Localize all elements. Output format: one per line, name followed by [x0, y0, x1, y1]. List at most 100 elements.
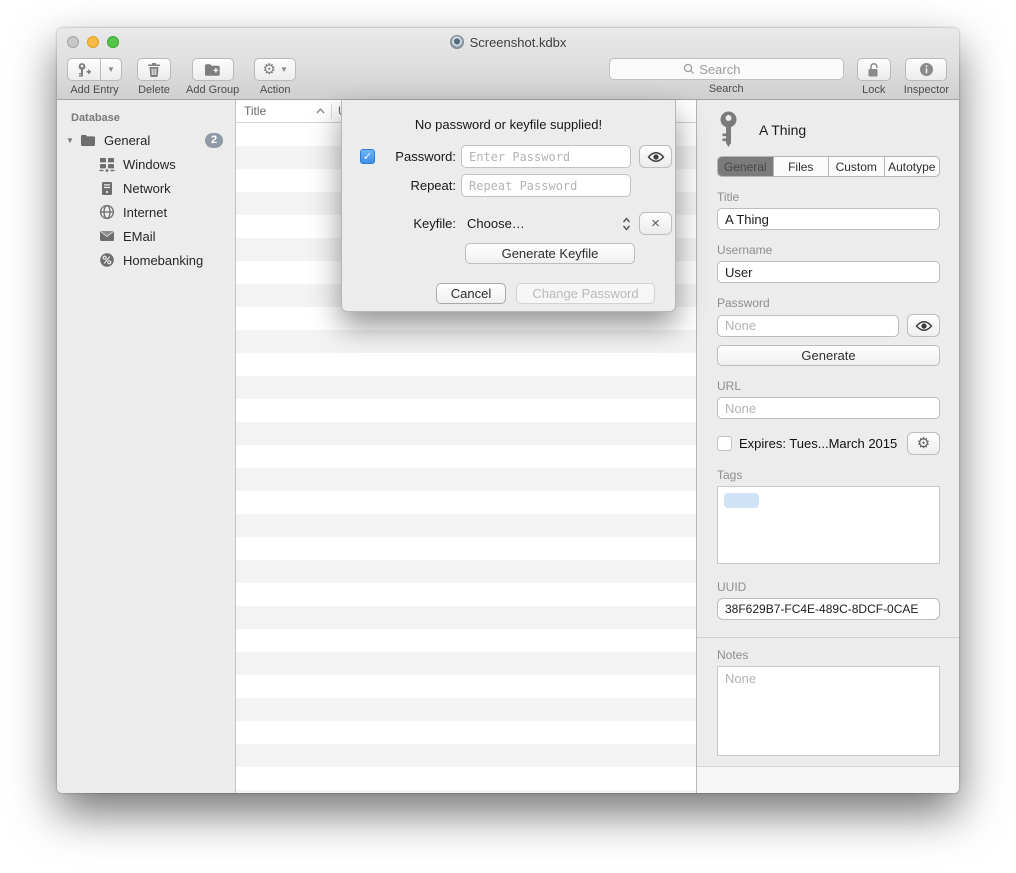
tag-pill[interactable]: [724, 493, 759, 508]
chevron-down-icon: ▼: [280, 65, 288, 74]
sidebar-item-internet[interactable]: Internet: [57, 200, 235, 224]
chevron-down-icon: ▼: [107, 65, 115, 74]
traffic-lights: [67, 36, 119, 48]
action-toolbar-item: ⚙ ▼ Action: [254, 58, 296, 96]
add-entry-dropdown-button[interactable]: ▼: [101, 58, 122, 81]
cancel-button[interactable]: Cancel: [436, 283, 506, 304]
gear-icon: ⚙: [263, 62, 276, 77]
panel-separator: [697, 637, 959, 638]
keyfile-popup-button[interactable]: Choose…: [461, 216, 631, 231]
window-title: Screenshot.kdbx: [470, 35, 567, 50]
minimize-button[interactable]: [87, 36, 99, 48]
uuid-field[interactable]: [717, 598, 940, 620]
generate-password-button[interactable]: Generate: [717, 345, 940, 366]
password-field[interactable]: [717, 315, 899, 337]
search-field[interactable]: [609, 58, 844, 80]
sort-ascending-icon: [316, 108, 325, 114]
key-plus-icon: [76, 62, 92, 78]
sidebar-item-general[interactable]: ▼ General 2: [57, 128, 235, 152]
tab-custom[interactable]: Custom: [829, 157, 885, 176]
delete-button[interactable]: [137, 58, 171, 81]
entry-title: A Thing: [759, 122, 806, 138]
uuid-label: UUID: [717, 580, 940, 594]
search-toolbar-item: Search: [609, 58, 844, 95]
repeat-label: Repeat:: [360, 178, 461, 193]
inspector-button[interactable]: [905, 58, 947, 81]
sidebar-item-label: Network: [123, 181, 235, 196]
delete-label: Delete: [138, 84, 170, 96]
column-header-title[interactable]: Title: [236, 104, 316, 118]
enter-password-input[interactable]: [461, 145, 631, 168]
internet-globe-icon: [98, 204, 115, 221]
key-icon: [717, 111, 740, 148]
add-group-label: Add Group: [186, 84, 239, 96]
lock-label: Lock: [862, 84, 885, 96]
sidebar-item-homebanking[interactable]: Homebanking: [57, 248, 235, 272]
expires-settings-button[interactable]: ⚙: [907, 432, 940, 455]
sidebar-item-network[interactable]: Network: [57, 176, 235, 200]
lock-toolbar-item: Lock: [857, 58, 891, 96]
sidebar-item-label: EMail: [123, 229, 235, 244]
eye-icon: [647, 151, 665, 163]
info-icon: [919, 62, 934, 77]
username-field[interactable]: [717, 261, 940, 283]
password-label: Password:: [375, 149, 461, 164]
sidebar-section-header: Database: [57, 108, 235, 128]
url-field-label: URL: [717, 379, 940, 393]
email-envelope-icon: [98, 228, 115, 245]
repeat-password-input[interactable]: [461, 174, 631, 197]
add-entry-toolbar-item: ▼ Add Entry: [67, 58, 122, 96]
title-field[interactable]: [717, 208, 940, 230]
tab-general[interactable]: General: [718, 157, 774, 176]
keyfile-label: Keyfile:: [360, 216, 461, 231]
notes-label: Notes: [717, 648, 940, 662]
panel-footer: [697, 766, 959, 793]
inspector-panel: A Thing General Files Custom Autotype Ti…: [696, 100, 959, 793]
expires-checkbox[interactable]: [717, 436, 732, 451]
reveal-password-button[interactable]: [639, 145, 672, 168]
username-field-label: Username: [717, 243, 940, 257]
gear-icon: ⚙: [917, 436, 930, 451]
search-icon: [683, 63, 695, 75]
url-field[interactable]: [717, 397, 940, 419]
expires-label: Expires: Tues...March 2015: [739, 436, 907, 451]
homebanking-percent-icon: [98, 252, 115, 269]
tags-label: Tags: [717, 468, 940, 482]
search-input[interactable]: [699, 62, 769, 77]
lock-button[interactable]: [857, 58, 891, 81]
disclosure-triangle-icon[interactable]: ▼: [63, 136, 77, 145]
sidebar-item-email[interactable]: EMail: [57, 224, 235, 248]
password-checkbox[interactable]: [360, 149, 375, 164]
folder-plus-icon: [204, 63, 221, 77]
sidebar-item-label: Windows: [123, 157, 235, 172]
inspector-header: A Thing: [717, 100, 940, 150]
notes-field[interactable]: [717, 666, 940, 756]
add-group-toolbar-item: Add Group: [186, 58, 239, 96]
action-label: Action: [260, 84, 291, 96]
count-badge: 2: [205, 133, 223, 148]
zoom-button[interactable]: [107, 36, 119, 48]
change-password-button[interactable]: Change Password: [516, 283, 655, 304]
network-icon: [98, 180, 115, 197]
reveal-password-button[interactable]: [907, 314, 940, 337]
window-chrome: Screenshot.kdbx ▼ Add: [57, 28, 959, 100]
sidebar-item-windows[interactable]: Windows: [57, 152, 235, 176]
password-field-label: Password: [717, 296, 940, 310]
add-entry-button[interactable]: [67, 58, 101, 81]
add-entry-label: Add Entry: [70, 84, 118, 96]
title-field-label: Title: [717, 190, 940, 204]
eye-icon: [915, 320, 933, 332]
action-button[interactable]: ⚙ ▼: [254, 58, 296, 81]
tab-files[interactable]: Files: [774, 157, 830, 176]
generate-keyfile-button[interactable]: Generate Keyfile: [465, 243, 635, 264]
close-button[interactable]: [67, 36, 79, 48]
clear-keyfile-button[interactable]: ×: [639, 212, 672, 235]
add-group-button[interactable]: [192, 58, 234, 81]
titlebar[interactable]: Screenshot.kdbx: [57, 28, 959, 56]
tab-autotype[interactable]: Autotype: [885, 157, 940, 176]
tags-field[interactable]: [717, 486, 940, 564]
sidebar-item-label: Internet: [123, 205, 235, 220]
toolbar: ▼ Add Entry Delete: [57, 56, 959, 100]
windows-icon: [98, 156, 115, 173]
sidebar-item-label: Homebanking: [123, 253, 235, 268]
